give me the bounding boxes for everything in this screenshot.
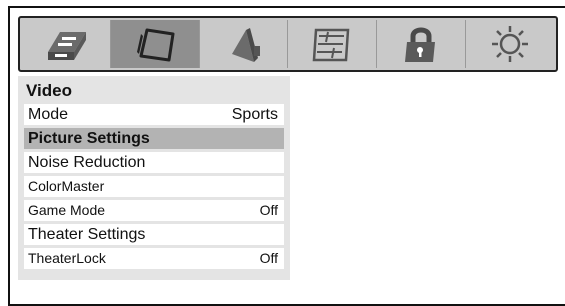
menu-item-label: Mode — [28, 106, 69, 123]
menu-item-value: Off — [259, 250, 278, 266]
tab-picture[interactable] — [110, 20, 200, 68]
menu-item-mode[interactable]: Mode Sports — [24, 104, 284, 128]
menu-item-game-mode[interactable]: Game Mode Off — [24, 200, 284, 224]
tab-setup[interactable] — [22, 20, 111, 68]
settings-icon — [492, 26, 529, 62]
preferences-icon — [313, 28, 350, 62]
menu-item-noise-reduction[interactable]: Noise Reduction — [24, 152, 284, 176]
menu-item-theater-settings[interactable]: Theater Settings — [24, 224, 284, 248]
menu-item-label: ColorMaster — [28, 178, 105, 194]
menu-item-label: Game Mode — [28, 202, 106, 218]
video-menu: Video Mode Sports Picture Settings Noise… — [18, 76, 290, 280]
menu-item-value: Sports — [231, 106, 278, 123]
lock-icon — [405, 27, 436, 62]
tab-preferences[interactable] — [288, 20, 378, 68]
menu-item-label: Picture Settings — [28, 130, 150, 147]
tab-lock[interactable] — [377, 20, 467, 68]
menu-item-label: TheaterLock — [28, 250, 106, 266]
tab-settings[interactable] — [466, 20, 554, 68]
menu-item-label: Theater Settings — [28, 226, 146, 243]
menu-item-theaterlock[interactable]: TheaterLock Off — [24, 248, 284, 272]
menu-title: Video — [26, 81, 72, 100]
picture-icon — [136, 28, 175, 62]
setup-icon — [47, 32, 86, 60]
tab-sound[interactable] — [200, 20, 289, 68]
menu-item-picture-settings[interactable]: Picture Settings — [24, 128, 284, 152]
sound-icon — [231, 28, 260, 62]
menu-item-value: Off — [259, 202, 278, 218]
menu-item-label: Noise Reduction — [28, 154, 146, 171]
menu-icon-bar — [18, 16, 558, 72]
menu-item-colormaster[interactable]: ColorMaster — [24, 176, 284, 200]
